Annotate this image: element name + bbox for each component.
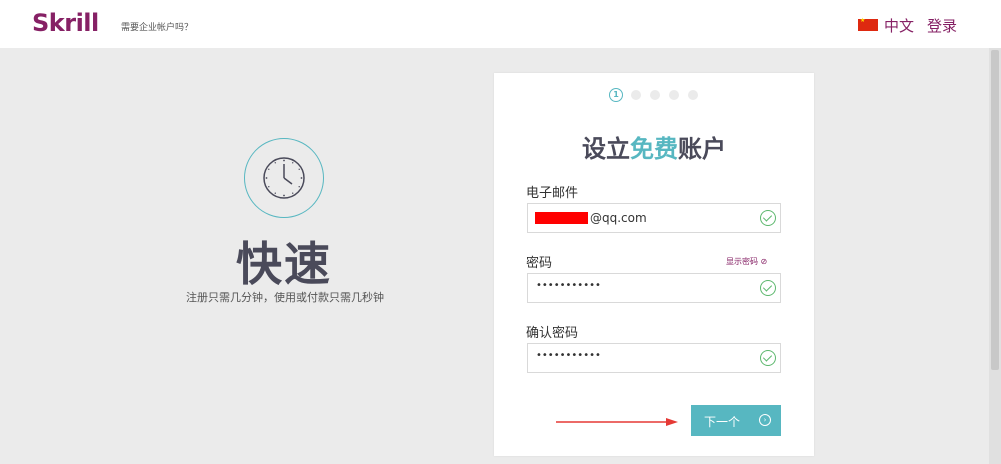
password-label: 密码	[526, 256, 553, 271]
email-value: @qq.com	[590, 211, 647, 225]
title-part1: 设立	[582, 135, 630, 163]
show-password-label: 显示密码	[726, 257, 758, 266]
clock-icon	[244, 138, 324, 218]
promo-headline: 快速	[236, 237, 332, 291]
email-field[interactable]: @qq.com	[527, 203, 781, 233]
title-part2: 账户	[678, 135, 726, 163]
language-selector[interactable]: 中文	[884, 15, 914, 36]
scrollbar-thumb[interactable]	[991, 50, 999, 370]
password-field[interactable]: •••••••••••	[527, 273, 781, 303]
china-flag-icon[interactable]	[858, 17, 878, 31]
valid-check-icon	[760, 210, 776, 226]
arrow-right-icon: ›	[759, 414, 771, 426]
business-account-link[interactable]: 需要企业帐户吗？	[121, 20, 193, 33]
skrill-logo[interactable]: Skrill	[32, 9, 99, 37]
valid-check-icon	[760, 350, 776, 366]
email-label: 电子邮件	[526, 186, 579, 201]
step-current: 1	[609, 88, 623, 102]
step-dot	[631, 90, 641, 100]
next-button[interactable]: 下一个 ›	[691, 405, 781, 436]
login-link[interactable]: 登录	[927, 15, 957, 36]
step-dot	[669, 90, 679, 100]
next-button-label: 下一个	[704, 415, 741, 429]
promo-subtext: 注册只需几分钟，使用或付款只需几秒钟	[186, 291, 384, 304]
confirm-password-value: •••••••••••	[536, 350, 601, 361]
valid-check-icon	[760, 280, 776, 296]
signup-card: 1 设立免费账户 电子邮件 @qq.com 密码 显示密码 ⊘ ••••••••…	[494, 73, 814, 456]
confirm-password-label: 确认密码	[526, 326, 579, 341]
title-highlight: 免费	[630, 135, 678, 163]
password-value: •••••••••••	[536, 280, 601, 291]
step-dot	[650, 90, 660, 100]
confirm-password-field[interactable]: •••••••••••	[527, 343, 781, 373]
step-dot	[688, 90, 698, 100]
top-header: Skrill 需要企业帐户吗？ 中文 登录	[0, 0, 1001, 48]
annotation-arrow-icon	[556, 418, 678, 426]
redacted-text	[535, 212, 588, 224]
eye-off-icon: ⊘	[760, 257, 768, 266]
show-password-toggle[interactable]: 显示密码 ⊘	[726, 256, 767, 267]
form-title: 设立免费账户	[494, 129, 814, 164]
